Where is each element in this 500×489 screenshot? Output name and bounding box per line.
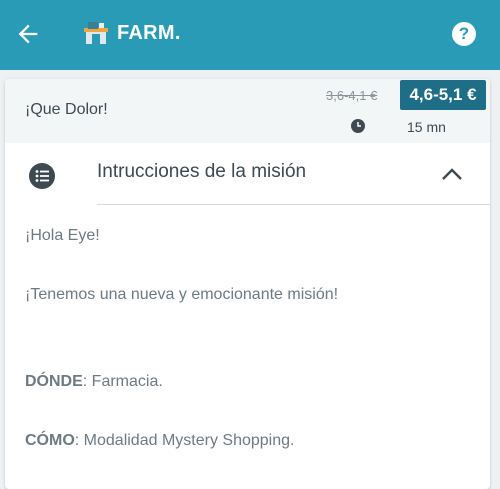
mission-duration: 15 mn <box>407 119 446 135</box>
app-title: FARM. <box>117 22 181 44</box>
help-icon[interactable]: ? <box>452 22 476 46</box>
where-label: DÓNDE <box>25 373 83 390</box>
mission-name: ¡Que Dolor! <box>25 101 108 118</box>
how-line: CÓMO: Modalidad Mystery Shopping. <box>25 432 294 450</box>
where-line: DÓNDE: Farmacia. <box>25 373 163 391</box>
pharmacy-logo-icon <box>84 22 108 44</box>
chevron-up-icon[interactable] <box>441 165 463 181</box>
announcement-text: ¡Tenemos una nueva y emocionante misión! <box>25 286 339 303</box>
where-value: : Farmacia. <box>82 373 163 390</box>
old-price: 3,6-4,1 € <box>326 88 378 103</box>
greeting-text: ¡Hola Eye! <box>25 227 100 244</box>
price-badge: 4,6-5,1 € <box>400 80 486 110</box>
app-bar: FARM. ? <box>0 0 500 70</box>
instructions-title: Intrucciones de la misión <box>97 161 307 182</box>
how-label: CÓMO <box>25 432 75 449</box>
how-value: : Modalidad Mystery Shopping. <box>74 432 295 449</box>
mission-card: ¡Que Dolor! 3,6-4,1 € 4,6-5,1 € 15 mn In… <box>5 79 490 489</box>
clock-icon <box>351 119 365 133</box>
section-divider <box>97 204 490 205</box>
list-icon <box>29 163 55 189</box>
mission-summary: ¡Que Dolor! 3,6-4,1 € 4,6-5,1 € 15 mn <box>5 79 490 143</box>
arrow-left-icon[interactable] <box>14 20 42 48</box>
